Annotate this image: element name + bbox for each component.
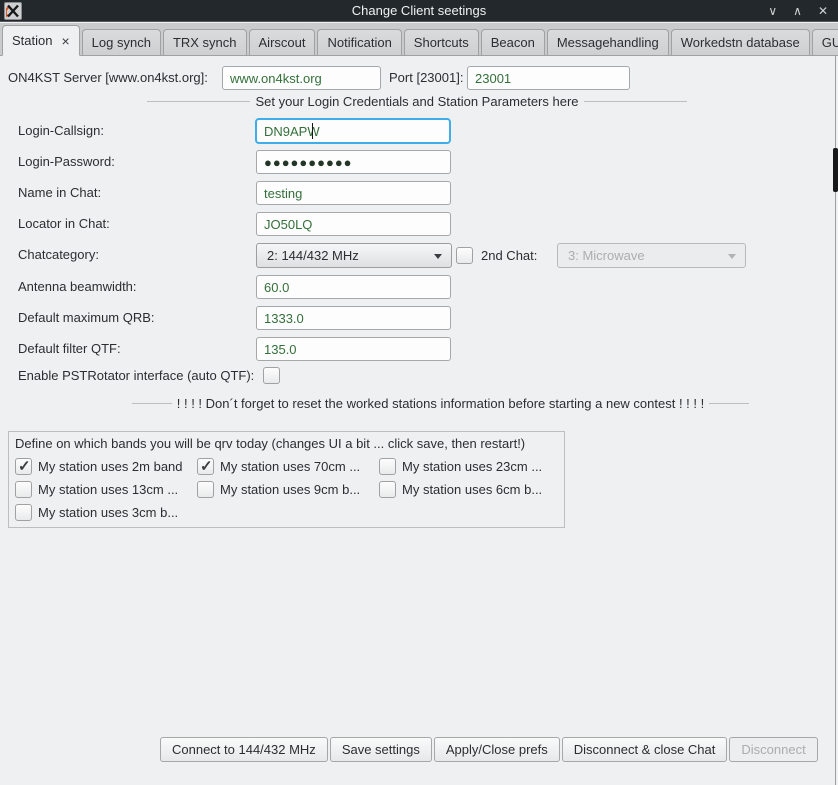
- filter-qtf-input[interactable]: [256, 337, 451, 361]
- tab-label: Log synch: [92, 35, 151, 50]
- scrollbar-thumb[interactable]: [833, 148, 838, 192]
- tab-label: Shortcuts: [414, 35, 469, 50]
- band-13cm-checkbox[interactable]: [15, 481, 32, 498]
- chat-name-label: Name in Chat:: [18, 181, 101, 205]
- disconnect-close-chat-button[interactable]: Disconnect & close Chat: [562, 737, 728, 762]
- band-70cm-label: My station uses 70cm ...: [220, 459, 360, 474]
- second-chat-value: 3: Microwave: [568, 248, 645, 263]
- band-2m-label: My station uses 2m band: [38, 459, 183, 474]
- tab-label: Messagehandling: [557, 35, 659, 50]
- credentials-section-title: Set your Login Credentials and Station P…: [250, 94, 583, 109]
- max-qrb-input[interactable]: [256, 306, 451, 330]
- second-chat-select: 3: Microwave: [557, 243, 746, 268]
- contest-warning-text: ! ! ! ! Don´t forget to reset the worked…: [172, 396, 709, 411]
- maximize-icon[interactable]: ∧: [793, 0, 802, 22]
- band-23cm-checkbox[interactable]: [379, 458, 396, 475]
- connect-button[interactable]: Connect to 144/432 MHz: [160, 737, 328, 762]
- tab-station[interactable]: Station ×: [2, 25, 80, 56]
- minimize-icon[interactable]: ∨: [768, 0, 777, 22]
- chatcategory-select[interactable]: 2: 144/432 MHz: [256, 243, 452, 268]
- locator-input[interactable]: [256, 212, 451, 236]
- band-3cm-checkbox[interactable]: [15, 504, 32, 521]
- tab-close-icon[interactable]: ×: [61, 34, 69, 48]
- password-input[interactable]: [256, 150, 451, 174]
- apply-close-prefs-button[interactable]: Apply/Close prefs: [434, 737, 560, 762]
- tab-label: Notification: [327, 35, 391, 50]
- bottom-button-row: Connect to 144/432 MHz Save settings App…: [160, 737, 818, 762]
- band-3cm-item: My station uses 3cm b...: [15, 504, 178, 521]
- chat-name-input[interactable]: [256, 181, 451, 205]
- password-label: Login-Password:: [18, 150, 115, 174]
- band-23cm-label: My station uses 23cm ...: [402, 459, 542, 474]
- band-9cm-item: My station uses 9cm b...: [197, 481, 360, 498]
- beamwidth-input[interactable]: [256, 275, 451, 299]
- band-2m-checkbox[interactable]: [15, 458, 32, 475]
- chatcategory-value: 2: 144/432 MHz: [267, 248, 359, 263]
- bands-groupbox: Define on which bands you will be qrv to…: [8, 431, 565, 528]
- band-13cm-item: My station uses 13cm ...: [15, 481, 178, 498]
- chevron-down-icon: [434, 254, 442, 259]
- second-chat-checkbox[interactable]: [456, 247, 473, 264]
- tab-trx-synch[interactable]: TRX synch: [163, 29, 247, 55]
- band-6cm-item: My station uses 6cm b...: [379, 481, 542, 498]
- max-qrb-label: Default maximum QRB:: [18, 306, 155, 330]
- locator-label: Locator in Chat:: [18, 212, 110, 236]
- port-label: Port [23001]:: [389, 66, 463, 90]
- chatcategory-label: Chatcategory:: [18, 243, 99, 267]
- filter-qtf-label: Default filter QTF:: [18, 337, 121, 361]
- credentials-section-separator: Set your Login Credentials and Station P…: [147, 92, 687, 110]
- tab-station-label: Station: [12, 33, 52, 48]
- bands-groupbox-title: Define on which bands you will be qrv to…: [15, 436, 525, 451]
- window-title: Change Client seetings: [0, 0, 838, 22]
- titlebar: Change Client seetings ∨ ∧ ✕: [0, 0, 838, 22]
- callsign-label: Login-Callsign:: [18, 119, 104, 143]
- tab-messagehandling[interactable]: Messagehandling: [547, 29, 669, 55]
- callsign-input[interactable]: [255, 118, 451, 144]
- band-70cm-item: My station uses 70cm ...: [197, 458, 360, 475]
- text-caret: [312, 123, 313, 139]
- tab-label: Beacon: [491, 35, 535, 50]
- chevron-down-icon: [728, 254, 736, 259]
- band-6cm-checkbox[interactable]: [379, 481, 396, 498]
- tab-workedstn-database[interactable]: Workedstn database: [671, 29, 810, 55]
- tab-notification[interactable]: Notification: [317, 29, 401, 55]
- band-3cm-label: My station uses 3cm b...: [38, 505, 178, 520]
- settings-window: Change Client seetings ∨ ∧ ✕ Station × L…: [0, 0, 838, 785]
- band-9cm-checkbox[interactable]: [197, 481, 214, 498]
- band-23cm-item: My station uses 23cm ...: [379, 458, 542, 475]
- second-chat-label: 2nd Chat:: [481, 244, 537, 268]
- tab-log-synch[interactable]: Log synch: [82, 29, 161, 55]
- band-70cm-checkbox[interactable]: [197, 458, 214, 475]
- close-icon[interactable]: ✕: [818, 0, 828, 22]
- save-settings-button[interactable]: Save settings: [330, 737, 432, 762]
- band-9cm-label: My station uses 9cm b...: [220, 482, 360, 497]
- tab-label: TRX synch: [173, 35, 237, 50]
- tab-gui[interactable]: GUI: [812, 29, 838, 55]
- scrollbar-track[interactable]: [833, 56, 838, 785]
- pstrotator-label: Enable PSTRotator interface (auto QTF):: [18, 364, 254, 388]
- beamwidth-label: Antenna beamwidth:: [18, 275, 137, 299]
- server-label: ON4KST Server [www.on4kst.org]:: [8, 66, 208, 90]
- tab-label: Workedstn database: [681, 35, 800, 50]
- tab-label: Airscout: [259, 35, 306, 50]
- port-input[interactable]: [467, 66, 630, 90]
- disconnect-button: Disconnect: [729, 737, 817, 762]
- contest-warning-separator: ! ! ! ! Don´t forget to reset the worked…: [132, 394, 749, 412]
- server-input[interactable]: [222, 66, 381, 90]
- window-controls: ∨ ∧ ✕: [768, 0, 828, 22]
- band-6cm-label: My station uses 6cm b...: [402, 482, 542, 497]
- tab-beacon[interactable]: Beacon: [481, 29, 545, 55]
- tab-bar: Station × Log synch TRX synch Airscout N…: [0, 23, 838, 56]
- tab-shortcuts[interactable]: Shortcuts: [404, 29, 479, 55]
- pstrotator-checkbox[interactable]: [263, 367, 280, 384]
- band-2m-item: My station uses 2m band: [15, 458, 183, 475]
- tab-label: GUI: [822, 35, 838, 50]
- tab-airscout[interactable]: Airscout: [249, 29, 316, 55]
- band-13cm-label: My station uses 13cm ...: [38, 482, 178, 497]
